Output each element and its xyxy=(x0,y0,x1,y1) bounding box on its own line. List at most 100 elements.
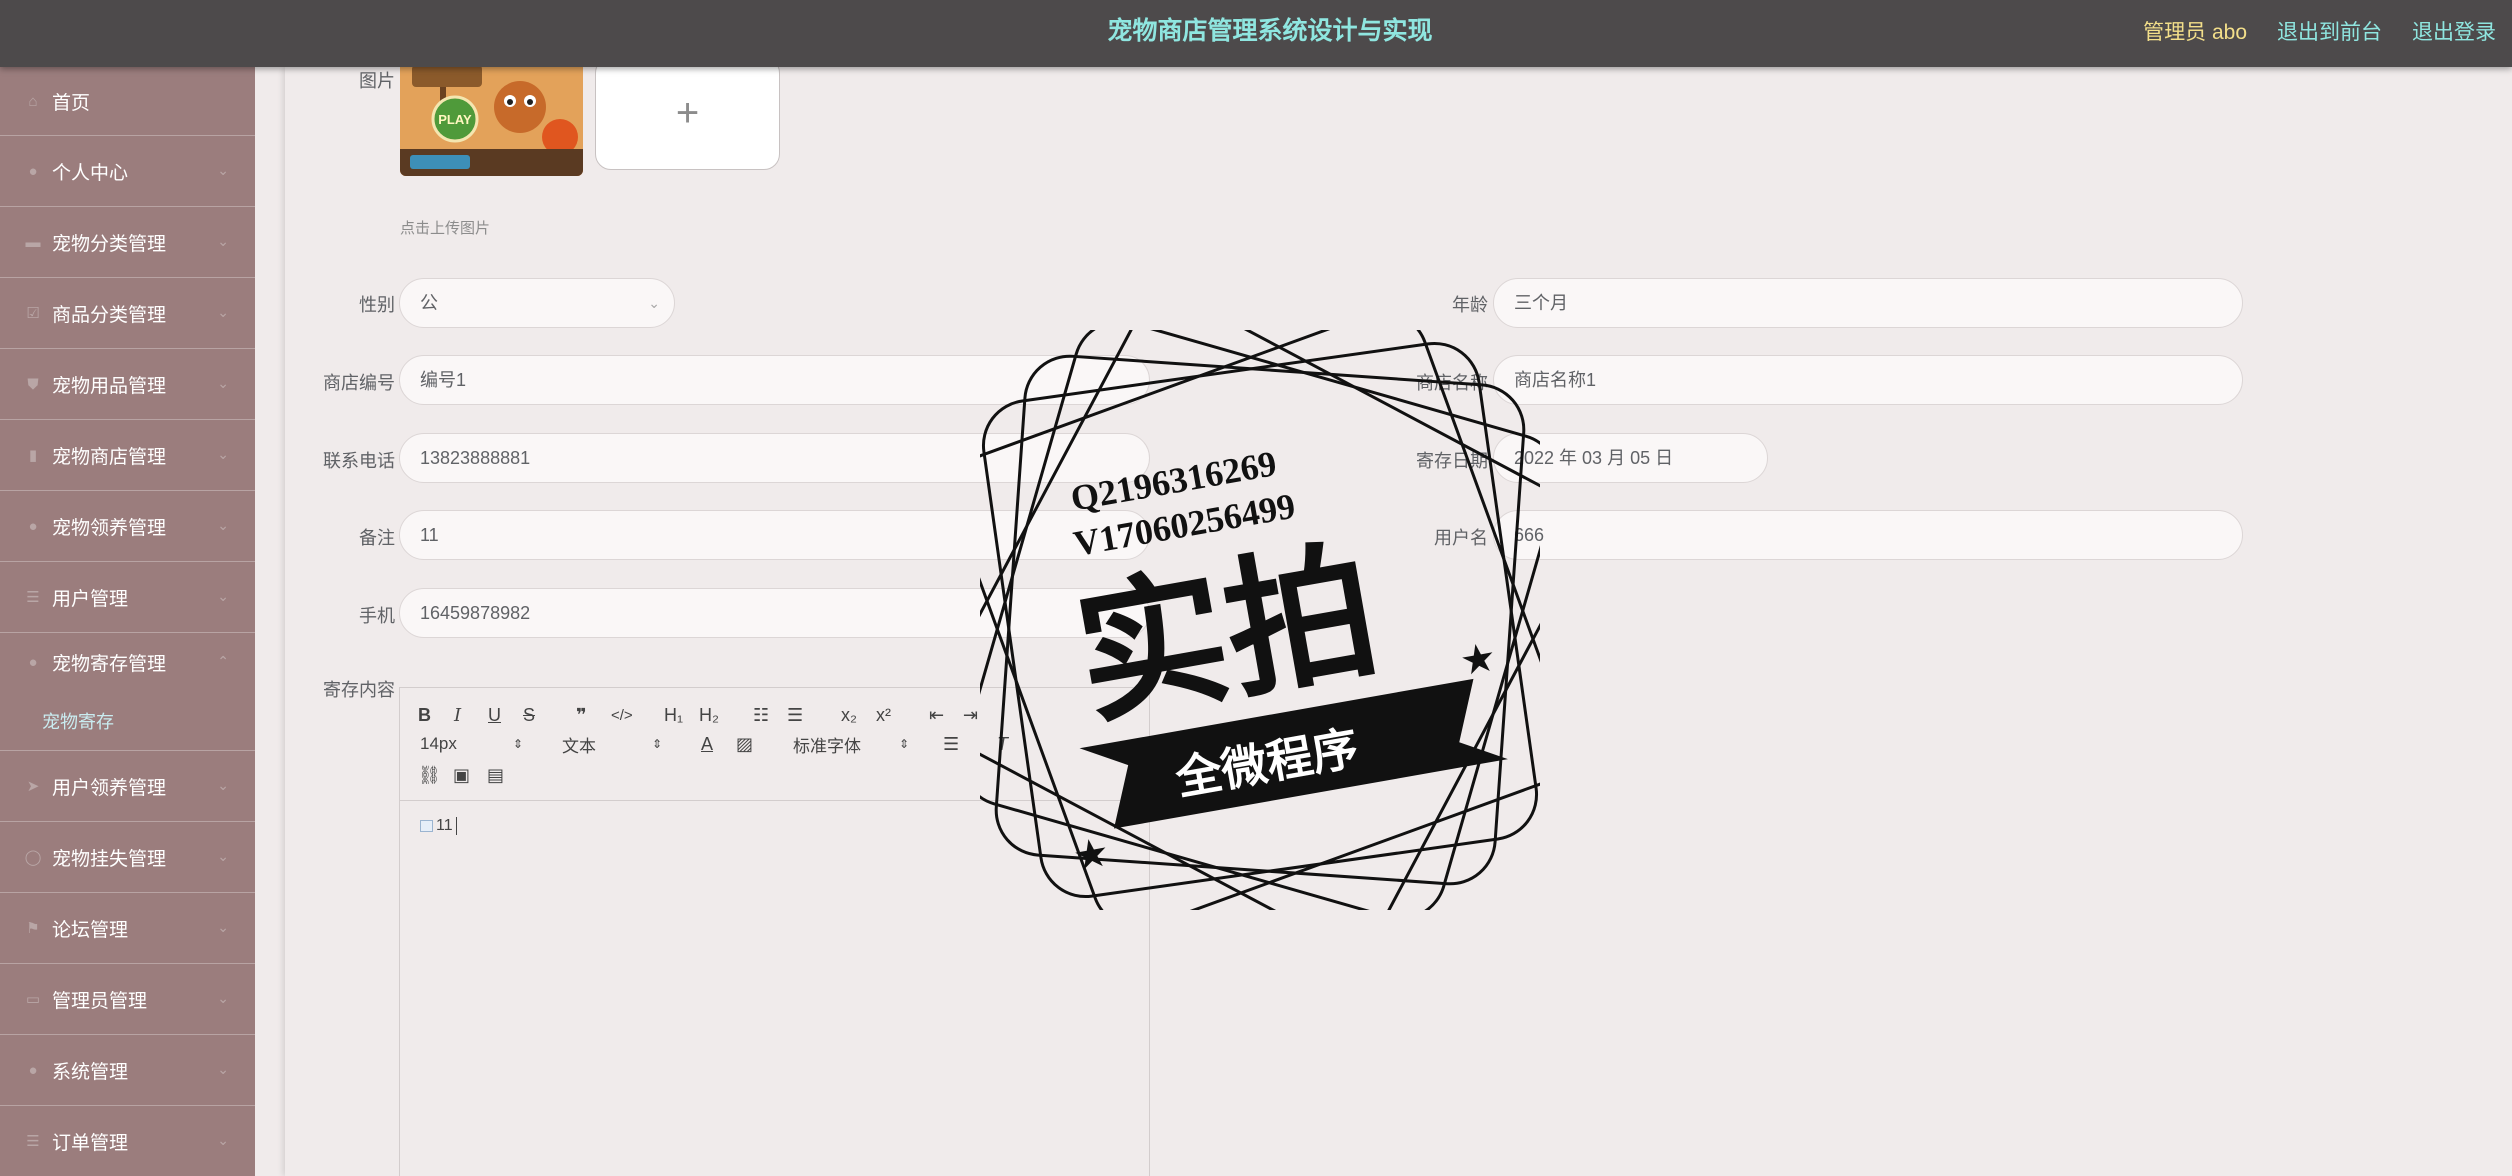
gender-select[interactable]: 公 ⌄ xyxy=(399,278,675,328)
pin-icon: ● xyxy=(28,1061,38,1079)
sidebar-item-home[interactable]: ⌂ 首页 xyxy=(0,67,255,136)
text-type-value: 文本 xyxy=(562,736,596,756)
shop-no-value: 编号1 xyxy=(420,370,467,390)
logout-link[interactable]: 退出登录 xyxy=(2412,16,2496,46)
shop-name-value: 商店名称1 xyxy=(1514,370,1597,390)
date-value: 2022 年 03 月 05 日 xyxy=(1514,448,1674,468)
video-icon[interactable]: ▤ xyxy=(487,763,504,787)
font-size-select[interactable]: 14px ⇕ xyxy=(420,732,523,756)
chevron-down-icon: ⌄ xyxy=(217,777,229,793)
indent-icon[interactable]: ⇥ xyxy=(963,703,978,727)
sidebar-item-orders[interactable]: ☰ 订单管理 ⌄ xyxy=(0,1106,255,1176)
chevron-updown-icon: ⇕ xyxy=(899,737,910,751)
sidebar-item-label: 管理员管理 xyxy=(52,990,148,1012)
top-header: 宠物商店管理系统设计与实现 管理员 abo 退出到前台 退出登录 xyxy=(0,0,2512,67)
bar-chart-icon: ▮ xyxy=(28,447,38,464)
clear-format-icon[interactable]: T xyxy=(997,732,1008,756)
menu-icon: ☰ xyxy=(26,1133,40,1150)
chevron-down-icon: ⌄ xyxy=(217,1132,229,1148)
age-field[interactable]: 三个月 xyxy=(1493,278,2243,328)
username-field[interactable]: 666 xyxy=(1493,510,2243,560)
chevron-down-icon: ⌄ xyxy=(217,588,229,604)
mobile-label: 手机 xyxy=(359,606,395,626)
align-icon[interactable]: ☰ xyxy=(943,732,959,756)
shop-name-field[interactable]: 商店名称1 xyxy=(1493,355,2243,405)
sidebar-item-pet-supplies[interactable]: ⛊ 宠物用品管理 ⌄ xyxy=(0,349,255,420)
chevron-down-icon: ⌄ xyxy=(217,446,229,462)
sidebar-item-user-management[interactable]: ☰ 用户管理 ⌄ xyxy=(0,562,255,633)
exit-to-front-link[interactable]: 退出到前台 xyxy=(2277,16,2382,46)
sidebar-item-label: 用户领养管理 xyxy=(52,777,167,799)
bold-icon[interactable]: B xyxy=(418,703,431,727)
image-icon[interactable]: ▣ xyxy=(453,763,470,787)
phone-label: 联系电话 xyxy=(323,451,395,471)
note-field[interactable]: 11 xyxy=(399,510,1150,560)
sidebar-item-label: 宠物挂失管理 xyxy=(52,848,167,870)
sidebar-item-pet-storage[interactable]: ● 宠物寄存管理 ⌃ xyxy=(0,633,255,691)
heading2-icon[interactable]: H₂ xyxy=(699,703,719,727)
ordered-list-icon[interactable]: ☷ xyxy=(753,703,769,727)
shop-name-label: 商店名称 xyxy=(1416,373,1488,393)
phone-field[interactable]: 13823888881 xyxy=(399,433,1150,483)
superscript-icon[interactable]: x² xyxy=(876,703,891,727)
sidebar-item-pet-category[interactable]: ▬ 宠物分类管理 ⌄ xyxy=(0,207,255,278)
sidebar-item-admin-management[interactable]: ▭ 管理员管理 ⌄ xyxy=(0,964,255,1035)
font-family-select[interactable]: 标准字体 ⇕ xyxy=(793,732,909,756)
date-picker[interactable]: 2022 年 03 月 05 日 xyxy=(1493,433,1768,483)
sidebar-item-label: 宠物用品管理 xyxy=(52,375,167,397)
thumb-play-text: PLAY xyxy=(438,112,472,127)
subscript-icon[interactable]: x₂ xyxy=(841,703,857,727)
upload-image-button[interactable]: + xyxy=(595,57,780,170)
quote-icon[interactable]: ❞ xyxy=(576,703,587,727)
sidebar-item-pet-shop[interactable]: ▮ 宠物商店管理 ⌄ xyxy=(0,420,255,491)
chevron-updown-icon: ⇕ xyxy=(652,737,663,751)
shop-no-field[interactable]: 编号1 xyxy=(399,355,1150,405)
uploaded-image-thumbnail[interactable]: PLAY xyxy=(400,57,583,176)
sidebar-item-pet-lost[interactable]: ◯ 宠物挂失管理 ⌄ xyxy=(0,822,255,893)
font-size-value: 14px xyxy=(420,734,457,753)
home-icon: ⌂ xyxy=(28,92,38,110)
code-icon[interactable]: </> xyxy=(611,703,633,727)
link-icon[interactable]: ⛓ xyxy=(418,763,441,787)
mobile-field[interactable]: 16459878982 xyxy=(399,588,1150,638)
chevron-down-icon: ⌄ xyxy=(217,919,229,935)
circle-icon: ◯ xyxy=(24,849,42,866)
list-icon: ☑ xyxy=(26,305,40,322)
sidebar-item-pet-adoption[interactable]: ● 宠物领养管理 ⌄ xyxy=(0,491,255,562)
background-color-icon[interactable]: ▨ xyxy=(736,732,753,756)
gender-label: 性别 xyxy=(359,295,395,315)
menu-icon: ☰ xyxy=(26,589,40,606)
italic-icon[interactable]: I xyxy=(454,703,461,727)
outdent-icon[interactable]: ⇤ xyxy=(929,703,944,727)
bullet-list-icon[interactable]: ☰ xyxy=(787,703,803,727)
editor-toolbar: B I U S ❞ </> H₁ H₂ ☷ ☰ x₂ x² ⇤ ⇥ 14px ⇕… xyxy=(400,688,1149,801)
sidebar-item-label: 订单管理 xyxy=(52,1132,129,1154)
text-type-select[interactable]: 文本 ⇕ xyxy=(562,732,662,756)
sidebar-item-label: 宠物寄存管理 xyxy=(52,653,167,675)
broken-image-icon xyxy=(420,820,433,832)
editor-body[interactable]: 11 xyxy=(400,801,1149,853)
font-color-icon[interactable]: A xyxy=(701,732,713,756)
sidebar-item-label: 用户管理 xyxy=(52,588,129,610)
username-value: 666 xyxy=(1514,525,1545,545)
sidebar-item-system[interactable]: ● 系统管理 ⌄ xyxy=(0,1035,255,1106)
chevron-down-icon: ⌄ xyxy=(217,848,229,864)
chevron-down-icon: ⌄ xyxy=(217,375,229,391)
upload-hint: 点击上传图片 xyxy=(400,220,491,237)
sidebar-item-user-adoption[interactable]: ➤ 用户领养管理 ⌄ xyxy=(0,751,255,822)
heading1-icon[interactable]: H₁ xyxy=(664,703,683,727)
image-label: 图片 xyxy=(359,71,395,91)
font-family-value: 标准字体 xyxy=(793,736,861,756)
chevron-updown-icon: ⇕ xyxy=(512,737,523,751)
user-icon: ● xyxy=(28,162,38,180)
submenu-item-label: 宠物寄存 xyxy=(42,711,114,732)
chevron-down-icon: ⌄ xyxy=(217,1061,229,1077)
sidebar-item-goods-category[interactable]: ☑ 商品分类管理 ⌄ xyxy=(0,278,255,349)
underline-icon[interactable]: U xyxy=(488,703,501,727)
strikethrough-icon[interactable]: S xyxy=(523,703,535,727)
sidebar-item-personal-center[interactable]: ● 个人中心 ⌄ xyxy=(0,136,255,207)
sidebar-item-forum[interactable]: ⚑ 论坛管理 ⌄ xyxy=(0,893,255,964)
submenu-item-pet-storage[interactable]: 宠物寄存 xyxy=(0,691,255,751)
date-label: 寄存日期 xyxy=(1416,451,1488,471)
sidebar-item-label: 系统管理 xyxy=(52,1061,129,1083)
